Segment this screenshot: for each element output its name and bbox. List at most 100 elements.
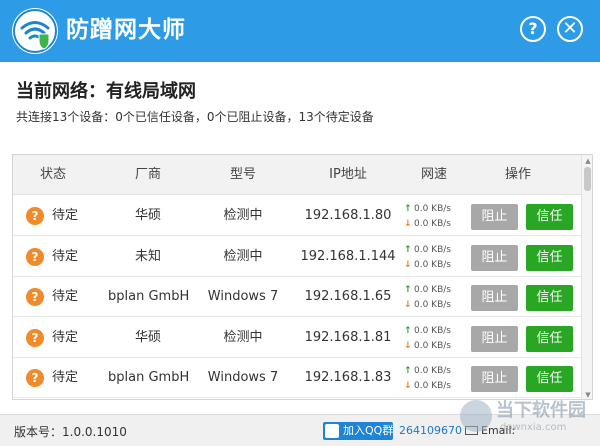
upload-speed-value: 0.0 KB/s bbox=[414, 326, 451, 336]
trust-button[interactable]: 信任 bbox=[526, 245, 573, 271]
model-cell: 检测中 bbox=[223, 249, 263, 264]
block-button[interactable]: 阻止 bbox=[471, 326, 518, 352]
download-speed-value: 0.0 KB/s bbox=[414, 300, 451, 310]
table-row: ? 待定 华硕 检测中 192.168.1.81 ↑ 0.0 KB/s ↓ 0.0 KB/s 阻止… bbox=[13, 318, 581, 358]
vendor-cell: 未知 bbox=[134, 249, 161, 264]
upload-speed-value: 0.0 KB/s bbox=[414, 204, 451, 214]
qq-icon bbox=[325, 424, 339, 438]
join-qq-group-button[interactable]: 加入QQ群 bbox=[323, 422, 393, 440]
question-mark-icon: ? bbox=[26, 329, 44, 347]
table-row: ? 待定 bplan GmbH Windows 7 192.168.1.65 ↑ 0.0 K… bbox=[13, 277, 581, 317]
arrow-up-icon: ↑ bbox=[404, 285, 412, 295]
arrow-down-icon: ↓ bbox=[404, 341, 412, 351]
trust-button[interactable]: 信任 bbox=[526, 285, 573, 311]
arrow-down-icon: ↓ bbox=[404, 381, 412, 391]
ip-cell: 192.168.1.80 bbox=[304, 208, 392, 223]
speed-cell: ↑ 0.0 KB/s ↓ 0.0 KB/s bbox=[404, 277, 464, 317]
version-label: 版本号：1.0.0.1010 bbox=[14, 425, 127, 439]
header-vendor: 厂商 bbox=[134, 167, 161, 182]
table-row: ? 待定 bplan GmbH Windows 7 192.168.1.83 ↑ 0.0 K… bbox=[13, 358, 581, 398]
table-row: ? 待定 华硕 检测中 192.168.1.80 ↑ 0.0 KB/s ↓ 0.0 KB/s 阻止… bbox=[13, 196, 581, 236]
scroll-thumb[interactable] bbox=[584, 167, 591, 191]
question-mark-icon: ? bbox=[26, 207, 44, 225]
download-speed: ↓ 0.0 KB/s bbox=[404, 299, 451, 311]
download-speed: ↓ 0.0 KB/s bbox=[404, 218, 451, 230]
trust-button[interactable]: 信任 bbox=[526, 204, 573, 230]
upload-speed: ↑ 0.0 KB/s bbox=[404, 244, 451, 256]
ip-cell: 192.168.1.83 bbox=[304, 370, 392, 385]
status-label: 待定 bbox=[52, 289, 79, 304]
upload-speed: ↑ 0.0 KB/s bbox=[404, 284, 451, 296]
upload-speed-value: 0.0 KB/s bbox=[414, 285, 451, 295]
question-mark-icon: ? bbox=[26, 288, 44, 306]
scroll-up-icon[interactable]: ▲ bbox=[584, 157, 592, 165]
upload-speed: ↑ 0.0 KB/s bbox=[404, 203, 451, 215]
download-speed: ↓ 0.0 KB/s bbox=[404, 380, 451, 392]
device-table: 状态 厂商 型号 IP地址 网速 操作 ? 待定 华硕 检测中 192.168.1.80… bbox=[12, 154, 593, 400]
ip-cell: 192.168.1.81 bbox=[304, 330, 392, 345]
model-cell: 检测中 bbox=[223, 208, 263, 223]
speed-cell: ↑ 0.0 KB/s ↓ 0.0 KB/s bbox=[404, 318, 464, 358]
network-summary: 共连接13个设备：0个已信任设备，0个已阻止设备，13个待定设备 bbox=[16, 110, 374, 124]
upload-speed-value: 0.0 KB/s bbox=[414, 245, 451, 255]
block-button[interactable]: 阻止 bbox=[471, 366, 518, 392]
network-title: 当前网络：有线局域网 bbox=[16, 81, 196, 102]
block-button[interactable]: 阻止 bbox=[471, 285, 518, 311]
ip-cell: 192.168.1.65 bbox=[304, 289, 392, 304]
arrow-down-icon: ↓ bbox=[404, 260, 412, 270]
wifi-shield-icon bbox=[12, 8, 58, 54]
download-speed-value: 0.0 KB/s bbox=[414, 219, 451, 229]
trust-button[interactable]: 信任 bbox=[526, 366, 573, 392]
table-header: 状态 厂商 型号 IP地址 网速 操作 bbox=[13, 155, 581, 195]
vendor-cell: bplan GmbH bbox=[108, 370, 190, 385]
model-cell: 检测中 bbox=[223, 330, 263, 345]
status-label: 待定 bbox=[52, 370, 79, 385]
download-speed: ↓ 0.0 KB/s bbox=[404, 340, 451, 352]
qq-button-label: 加入QQ群 bbox=[343, 424, 394, 437]
header-actions: 操作 bbox=[504, 167, 531, 182]
upload-speed-value: 0.0 KB/s bbox=[414, 366, 451, 376]
watermark: 当下软件园 downxia.com bbox=[460, 398, 590, 438]
qq-group-number[interactable]: 264109670 bbox=[399, 424, 462, 438]
status-label: 待定 bbox=[52, 208, 79, 223]
table-row: ? 待定 未知 检测中 192.168.1.144 ↑ 0.0 KB/s ↓ 0.0 KB/s 阻… bbox=[13, 237, 581, 277]
ip-cell: 192.168.1.144 bbox=[300, 249, 396, 264]
model-cell: Windows 7 bbox=[207, 370, 279, 385]
arrow-down-icon: ↓ bbox=[404, 219, 412, 229]
watermark-logo-icon bbox=[460, 400, 492, 432]
speed-cell: ↑ 0.0 KB/s ↓ 0.0 KB/s bbox=[404, 358, 464, 398]
question-mark-icon: ? bbox=[26, 248, 44, 266]
vendor-cell: 华硕 bbox=[134, 330, 161, 345]
trust-button[interactable]: 信任 bbox=[526, 326, 573, 352]
download-speed-value: 0.0 KB/s bbox=[414, 260, 451, 270]
arrow-up-icon: ↑ bbox=[404, 204, 412, 214]
arrow-up-icon: ↑ bbox=[404, 245, 412, 255]
status-label: 待定 bbox=[52, 249, 79, 264]
close-button[interactable]: ✕ bbox=[557, 16, 583, 42]
block-button[interactable]: 阻止 bbox=[471, 204, 518, 230]
header-model: 型号 bbox=[229, 167, 256, 182]
download-speed-value: 0.0 KB/s bbox=[414, 381, 451, 391]
arrow-up-icon: ↑ bbox=[404, 366, 412, 376]
header-ip: IP地址 bbox=[329, 167, 367, 182]
watermark-text: 当下软件园 bbox=[496, 400, 586, 421]
model-cell: Windows 7 bbox=[207, 289, 279, 304]
help-button[interactable]: ? bbox=[520, 16, 546, 42]
watermark-sub: downxia.com bbox=[500, 422, 567, 433]
header-speed: 网速 bbox=[420, 167, 447, 182]
upload-speed: ↑ 0.0 KB/s bbox=[404, 365, 451, 377]
title-bar: 防蹭网大师 ? ✕ bbox=[0, 0, 600, 62]
vendor-cell: bplan GmbH bbox=[108, 289, 190, 304]
download-speed: ↓ 0.0 KB/s bbox=[404, 259, 451, 271]
status-label: 待定 bbox=[52, 330, 79, 345]
download-speed-value: 0.0 KB/s bbox=[414, 341, 451, 351]
speed-cell: ↑ 0.0 KB/s ↓ 0.0 KB/s bbox=[404, 196, 464, 236]
block-button[interactable]: 阻止 bbox=[471, 245, 518, 271]
header-status: 状态 bbox=[39, 167, 66, 182]
vendor-cell: 华硕 bbox=[134, 208, 161, 223]
vertical-scrollbar[interactable]: ▲ ▼ bbox=[581, 155, 592, 399]
question-mark-icon: ? bbox=[26, 369, 44, 387]
arrow-up-icon: ↑ bbox=[404, 326, 412, 336]
arrow-down-icon: ↓ bbox=[404, 300, 412, 310]
app-title: 防蹭网大师 bbox=[66, 17, 186, 43]
